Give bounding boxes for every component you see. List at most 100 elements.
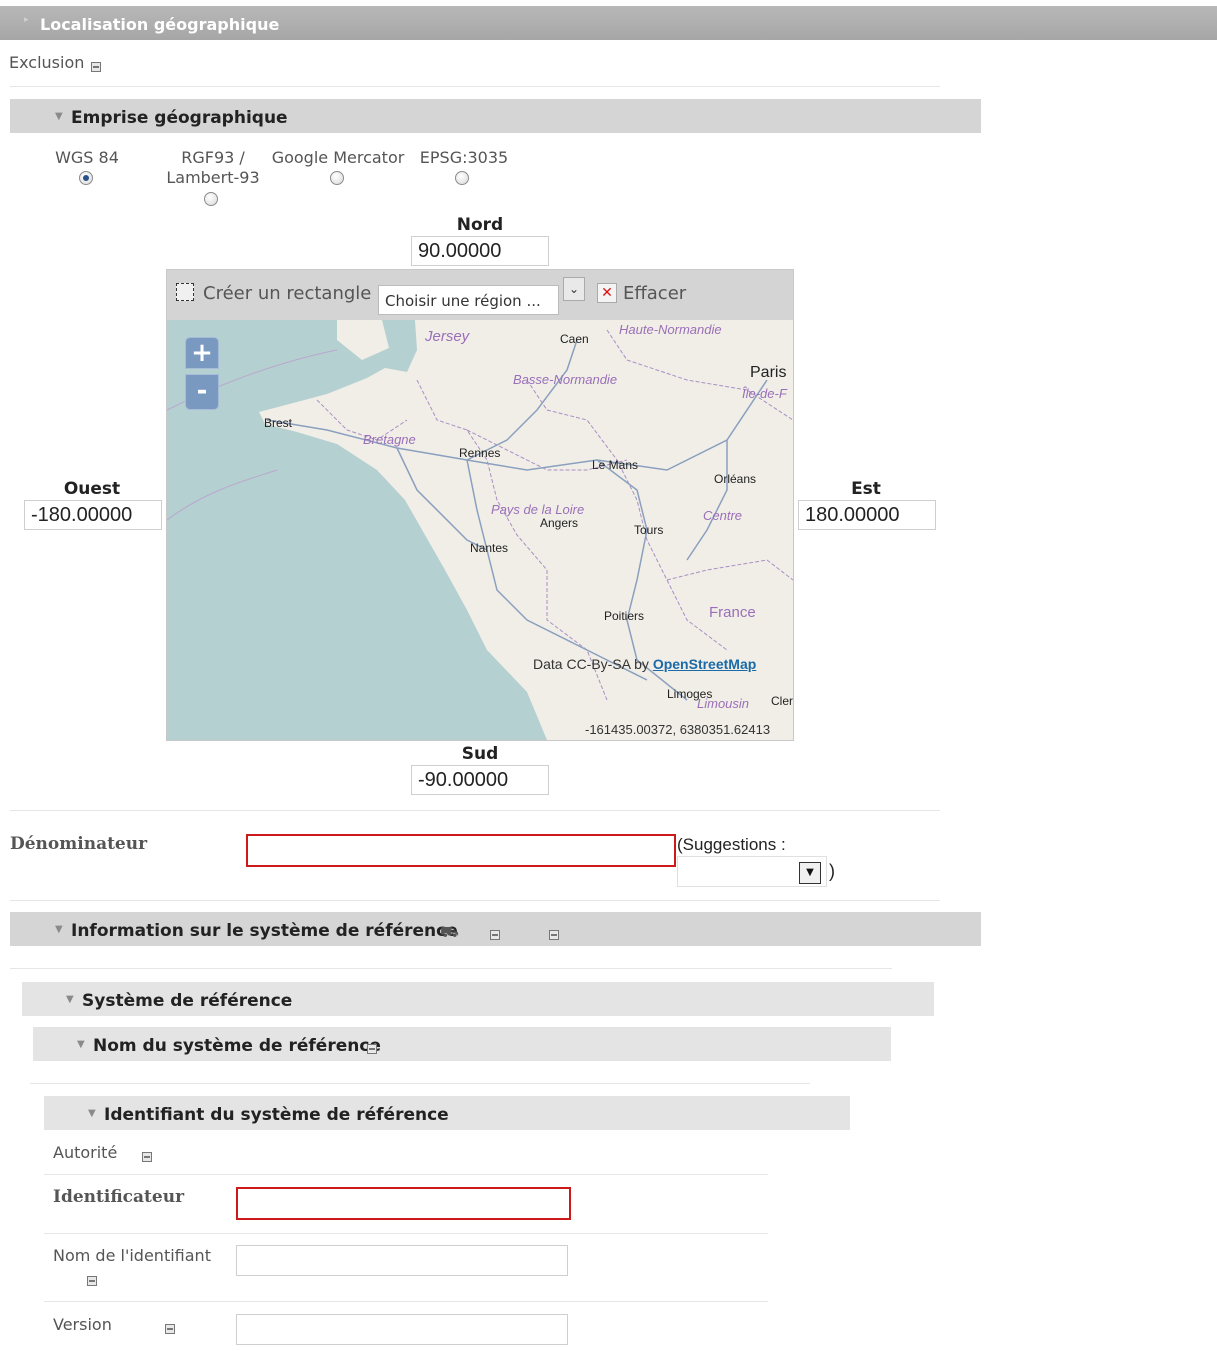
collapse-triangle-icon: ▼ (55, 924, 63, 935)
projection-radio-epsg3035[interactable] (455, 171, 469, 185)
expand-icon[interactable] (165, 1323, 176, 1334)
ouest-input[interactable] (24, 500, 162, 530)
projection-radio-google-mercator[interactable] (330, 171, 344, 185)
map-region-label: Basse-Normandie (513, 372, 618, 387)
map-region-label: Jersey (425, 328, 470, 345)
map-region-label: Haute-Normandie (619, 322, 722, 337)
expand-icon[interactable] (87, 1275, 98, 1286)
sud-label: Sud (461, 744, 499, 764)
chevron-down-icon[interactable]: ▼ (799, 862, 821, 884)
autorite-label: Autorité (53, 1143, 118, 1162)
divider (10, 900, 940, 901)
zoom-in-button[interactable]: + (185, 337, 219, 369)
expand-icon[interactable] (549, 929, 560, 940)
identifiant-title: Identifiant du système de référence (104, 1105, 449, 1125)
rectangle-icon[interactable] (176, 283, 194, 301)
sud-input[interactable] (411, 765, 549, 795)
clear-icon[interactable]: ✕ (597, 283, 617, 303)
map-city-label: Poitiers (604, 609, 645, 623)
collapse-triangle-icon: ▼ (55, 111, 63, 122)
map-widget: Créer un rectangle Choisir une région ..… (166, 269, 794, 741)
nord-label: Nord (456, 215, 504, 235)
projection-label: RGF93 /Lambert-93 (166, 148, 260, 187)
clear-button[interactable]: Effacer (623, 283, 686, 304)
binoculars-icon[interactable]: ⛟ (440, 923, 459, 943)
projection-label: WGS 84 (55, 148, 119, 167)
attribution-text: Data CC-By-SA by (533, 656, 649, 672)
map-city-label: Paris (750, 364, 787, 381)
denominateur-label: Dénominateur (10, 834, 148, 854)
section-title: Localisation géographique (40, 15, 280, 34)
region-select-value: Choisir une région ... (385, 292, 541, 310)
denominateur-input[interactable] (246, 834, 676, 867)
identificateur-input[interactable] (236, 1187, 571, 1220)
region-select[interactable]: Choisir une région ... (378, 285, 559, 315)
map-region-label: Île-de-F (742, 386, 787, 401)
divider (44, 1174, 768, 1175)
map-city-label: Le Mans (592, 458, 639, 472)
mouse-coordinates: -161435.00372, 6380351.62413 (585, 722, 771, 737)
map-city-label: Cler (771, 694, 793, 708)
info-systeme-title: Information sur le système de référence (71, 921, 458, 941)
openstreetmap-link[interactable]: OpenStreetMap (653, 656, 756, 672)
chevron-down-icon[interactable]: ⌄ (563, 277, 585, 301)
nord-input[interactable] (411, 236, 549, 266)
map-city-label: Nantes (470, 541, 509, 555)
version-label: Version (53, 1315, 112, 1334)
systeme-title: Système de référence (82, 991, 293, 1011)
create-rectangle-button[interactable]: Créer un rectangle (203, 283, 371, 304)
map-region-label: Bretagne (363, 432, 416, 447)
map-region-label: Pays de la Loire (491, 502, 585, 517)
ouest-label: Ouest (63, 479, 121, 499)
collapse-triangle-icon: ▼ (88, 1108, 96, 1119)
map-canvas[interactable]: + - Jersey Haute-Normandie Basse-Normand… (167, 320, 793, 740)
expand-icon[interactable] (367, 1043, 377, 1054)
info-systeme-section-bar[interactable]: ▼ Information sur le système de référenc… (10, 912, 981, 946)
collapse-triangle-icon: ▸ (24, 15, 29, 25)
divider (10, 86, 940, 87)
zoom-out-button[interactable]: - (185, 374, 219, 410)
nom-systeme-section-bar[interactable]: ▼ Nom du système de référence (33, 1027, 891, 1061)
collapse-triangle-icon: ▼ (77, 1039, 85, 1050)
identifiant-section-bar[interactable]: ▼ Identifiant du système de référence (44, 1096, 850, 1130)
divider (30, 1083, 810, 1084)
divider (10, 810, 940, 811)
est-input[interactable] (798, 500, 936, 530)
projection-label: EPSG:3035 (419, 148, 509, 167)
map-city-label: Brest (264, 416, 293, 430)
map-toolbar: Créer un rectangle Choisir une région ..… (167, 270, 793, 320)
map-city-label: Limoges (667, 687, 713, 701)
est-label: Est (851, 479, 881, 499)
divider (44, 1233, 768, 1234)
expand-icon[interactable] (142, 1151, 153, 1162)
map-city-label: Orléans (714, 472, 757, 486)
suggestions-label: (Suggestions : (677, 835, 786, 854)
map-attribution: Data CC-By-SA by OpenStreetMap (533, 656, 756, 672)
emprise-section-bar[interactable]: ▼ Emprise géographique (10, 99, 981, 133)
projection-radio-wgs84[interactable] (79, 171, 93, 185)
suggestions-close: ) (829, 861, 835, 881)
suggestions-select[interactable]: ▼ (677, 856, 827, 887)
version-input[interactable] (236, 1314, 568, 1345)
expand-icon[interactable] (91, 61, 101, 72)
collapse-triangle-icon: ▼ (66, 994, 74, 1005)
nom-identifiant-label: Nom de l'identifiant (53, 1246, 211, 1265)
divider (44, 1301, 768, 1302)
expand-icon[interactable] (490, 929, 500, 940)
divider (10, 968, 892, 969)
map-city-label: Tours (634, 523, 664, 537)
nom-identifiant-input[interactable] (236, 1245, 568, 1276)
map-city-label: Rennes (459, 446, 501, 460)
projection-radio-lambert93[interactable] (204, 192, 218, 206)
systeme-section-bar[interactable]: ▼ Système de référence (22, 982, 934, 1016)
map-city-label: Angers (540, 516, 579, 530)
map-city-label: Caen (560, 332, 589, 346)
map-tiles (167, 320, 793, 740)
nom-systeme-title: Nom du système de référence (93, 1036, 381, 1056)
emprise-title: Emprise géographique (71, 108, 288, 128)
exclusion-label: Exclusion (9, 53, 85, 72)
map-region-label: Centre (703, 508, 743, 523)
projection-label: Google Mercator (271, 148, 405, 167)
section-header[interactable]: ▸ Localisation géographique (0, 6, 1217, 40)
identificateur-label: Identificateur (53, 1187, 185, 1207)
